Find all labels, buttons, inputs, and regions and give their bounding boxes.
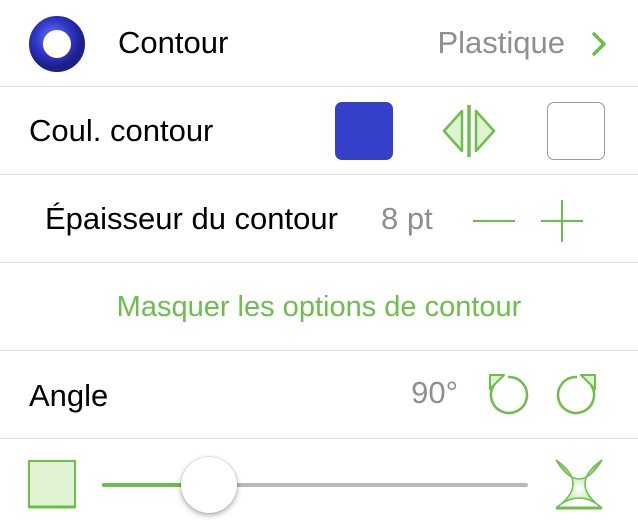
slider-track[interactable]	[102, 483, 528, 487]
angle-value: 90°	[411, 375, 458, 410]
slider-thumb[interactable]	[180, 457, 237, 513]
ring-icon	[29, 16, 85, 72]
thickness-value: 8 pt	[381, 201, 433, 236]
stroke-color-label: Coul. contour	[29, 113, 214, 148]
angle-row: Angle 90°	[0, 351, 638, 438]
rotate-ccw-icon[interactable]	[484, 371, 532, 419]
stroke-thickness-row: Épaisseur du contour 8 pt	[0, 175, 638, 262]
stroke-color-well[interactable]	[335, 102, 393, 160]
chevron-right-icon	[592, 32, 606, 56]
minus-icon[interactable]	[472, 199, 516, 243]
corner-shape-row	[0, 439, 638, 527]
thickness-label: Épaisseur du contour	[45, 201, 338, 236]
hide-options-row[interactable]: Masquer les options de contour	[0, 263, 638, 350]
contour-title: Contour	[118, 25, 229, 60]
swap-colors-icon[interactable]	[440, 103, 498, 159]
square-corner-icon[interactable]	[27, 459, 77, 509]
contour-row[interactable]: Contour Plastique	[0, 0, 638, 86]
angle-label: Angle	[29, 378, 109, 413]
contour-style-value: Plastique	[437, 25, 565, 60]
star-corner-icon[interactable]	[554, 458, 604, 510]
hide-options-link[interactable]: Masquer les options de contour	[0, 291, 638, 324]
fill-color-well[interactable]	[547, 102, 605, 160]
stroke-color-row: Coul. contour	[0, 87, 638, 174]
plus-icon[interactable]	[540, 199, 584, 243]
rotate-cw-icon[interactable]	[553, 371, 601, 419]
